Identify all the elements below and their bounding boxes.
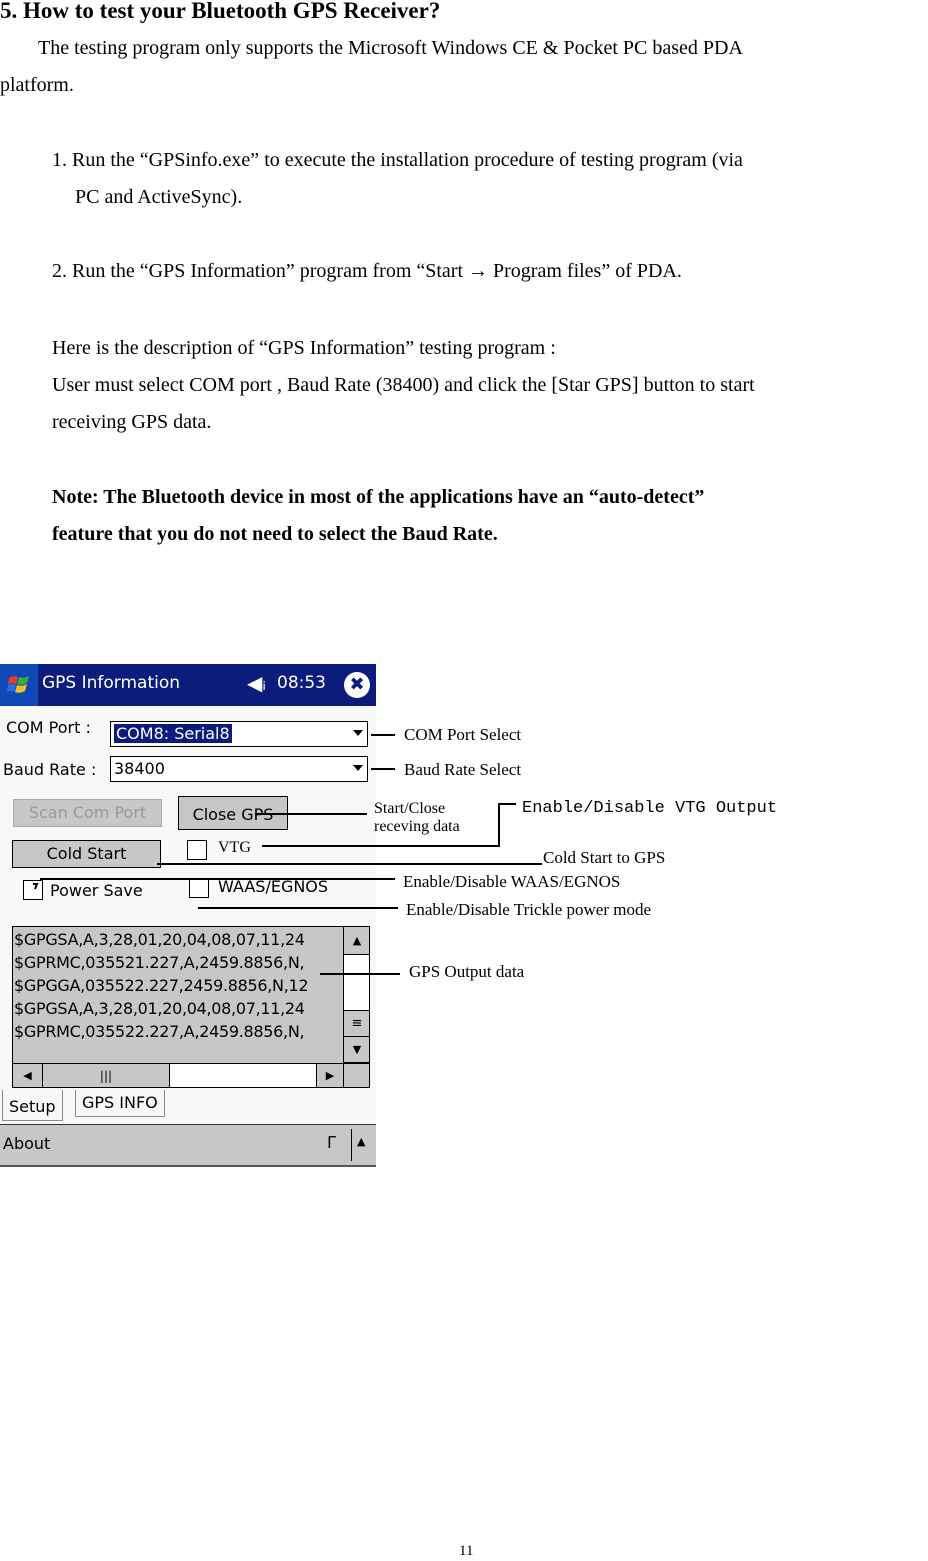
windows-logo-icon — [7, 676, 29, 693]
description-line2: User must select COM port , Baud Rate (3… — [52, 374, 755, 396]
callout-line — [498, 803, 516, 805]
scan-com-port-button[interactable]: Scan Com Port — [13, 799, 162, 827]
baud-rate-value: 38400 — [114, 759, 165, 778]
input-panel-icon[interactable]: ᒥ — [327, 1133, 336, 1152]
power-save-label: Power Save — [50, 881, 143, 900]
title-bar: GPS Information ◀ᵢ 08:53 ✖ — [0, 664, 376, 706]
annotation-waas: Enable/Disable WAAS/EGNOS — [403, 872, 621, 891]
scroll-htrack[interactable] — [170, 1064, 317, 1087]
scroll-right-icon[interactable]: ▶ — [317, 1064, 344, 1087]
note-line2: feature that you do not need to select t… — [52, 523, 498, 545]
speaker-icon[interactable]: ◀ᵢ — [247, 671, 266, 695]
annotation-vtg-output: Enable/Disable VTG Output — [522, 799, 778, 818]
clock[interactable]: 08:53 — [277, 673, 326, 693]
callout-line — [157, 863, 542, 865]
com-port-select[interactable]: COM8: Serial8 — [110, 721, 368, 747]
intro-paragraph-line1: The testing program only supports the Mi… — [38, 37, 743, 59]
section-heading: 5. How to test your Bluetooth GPS Receiv… — [0, 0, 441, 23]
baud-rate-label: Baud Rate : — [3, 760, 97, 779]
log-line: $GPRMC,035522.227,A,2459.8856,N, — [14, 1022, 305, 1041]
annotation-baud-rate-select: Baud Rate Select — [404, 760, 522, 779]
start-button[interactable] — [0, 664, 38, 706]
horizontal-scrollbar[interactable]: ◀ ||| ▶ — [13, 1063, 369, 1087]
vtg-checkbox[interactable] — [187, 840, 207, 860]
chevron-down-icon — [353, 765, 363, 771]
gps-output-log[interactable]: $GPGSA,A,3,28,01,20,04,08,07,11,24 $GPRM… — [12, 926, 370, 1088]
tab-setup[interactable]: Setup — [2, 1090, 63, 1121]
log-line: $GPGGA,035522.227,2459.8856,N,12 — [14, 976, 309, 995]
callout-line — [198, 907, 398, 909]
tab-gps-info[interactable]: GPS INFO — [75, 1090, 165, 1117]
note-line1: Note: The Bluetooth device in most of th… — [52, 486, 705, 508]
annotation-start-close-line1: Start/Close — [374, 800, 446, 817]
log-line: $GPGSA,A,3,28,01,20,04,08,07,11,24 — [14, 930, 305, 949]
menu-bar: About ᒥ ▲ — [0, 1124, 376, 1167]
power-save-checkbox[interactable] — [23, 880, 43, 900]
annotation-cold-start: Cold Start to GPS — [543, 848, 666, 867]
annotation-start-close-line2: receving data — [374, 818, 460, 835]
page-number: 11 — [459, 1543, 474, 1559]
callout-line — [498, 803, 500, 847]
cold-start-button[interactable]: Cold Start — [12, 840, 161, 868]
close-icon[interactable]: ✖ — [344, 672, 370, 698]
callout-line — [371, 734, 395, 736]
scroll-hthumb[interactable]: ||| — [43, 1064, 170, 1087]
checkmark-icon — [33, 883, 39, 890]
pda-screenshot: GPS Information ◀ᵢ 08:53 ✖ COM Port : CO… — [0, 664, 376, 1167]
description-line1: Here is the description of “GPS Informat… — [52, 337, 556, 359]
sip-arrow-icon[interactable]: ▲ — [357, 1135, 365, 1148]
callout-line — [262, 845, 500, 847]
vtg-label: VTG — [218, 839, 251, 856]
step1-line1: 1. Run the “GPSinfo.exe” to execute the … — [52, 149, 743, 171]
scroll-thumb-icon[interactable]: ≡ — [344, 1011, 369, 1037]
annotation-gps-output: GPS Output data — [409, 962, 525, 981]
callout-line — [40, 878, 395, 880]
callout-line — [371, 768, 395, 770]
log-line: $GPGSA,A,3,28,01,20,04,08,07,11,24 — [14, 999, 305, 1018]
com-port-value: COM8: Serial8 — [114, 724, 232, 743]
description-line3: receiving GPS data. — [52, 411, 212, 433]
annotation-start-close: Start/Close receving data — [374, 800, 460, 836]
tab-bar: Setup GPS INFO — [0, 1090, 376, 1122]
com-port-label: COM Port : — [6, 718, 91, 737]
step1-line2: PC and ActiveSync). — [75, 186, 243, 208]
annotation-trickle: Enable/Disable Trickle power mode — [406, 900, 652, 919]
window-title: GPS Information — [42, 673, 181, 693]
annotation-com-port-select: COM Port Select — [404, 725, 522, 744]
scroll-track[interactable] — [344, 955, 369, 1011]
callout-line — [255, 813, 367, 815]
intro-paragraph-line2: platform. — [0, 74, 74, 96]
scroll-left-icon[interactable]: ◀ — [13, 1064, 43, 1087]
menu-about[interactable]: About — [3, 1134, 50, 1153]
scroll-down-icon[interactable]: ▼ — [344, 1037, 369, 1063]
scroll-up-icon[interactable]: ▲ — [344, 927, 369, 955]
callout-line — [320, 973, 400, 975]
vertical-scrollbar[interactable]: ▲ ≡ ▼ — [343, 927, 369, 1063]
log-line: $GPRMC,035521.227,A,2459.8856,N, — [14, 953, 305, 972]
menu-divider — [351, 1129, 352, 1161]
chevron-down-icon — [353, 730, 363, 736]
waas-checkbox[interactable] — [189, 878, 209, 898]
baud-rate-select[interactable]: 38400 — [110, 756, 368, 782]
step2: 2. Run the “GPS Information” program fro… — [52, 260, 682, 282]
